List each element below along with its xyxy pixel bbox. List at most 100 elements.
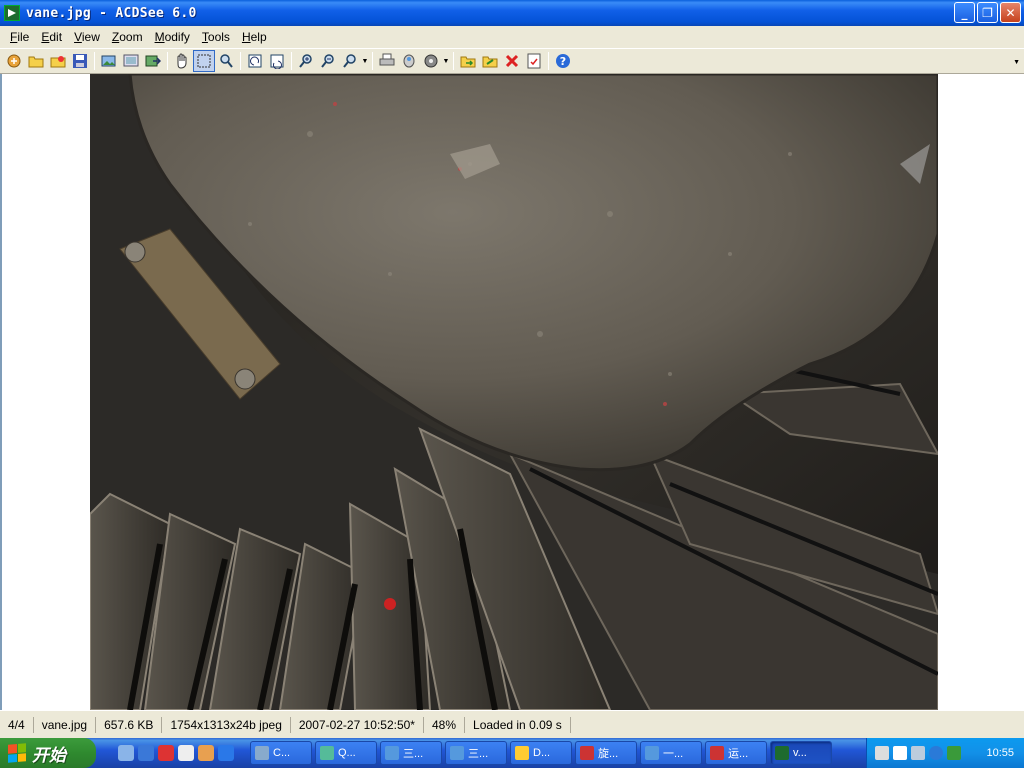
copy-to-button[interactable] (457, 50, 479, 72)
toolbar-separator (291, 52, 292, 70)
window-controls: _ ❐ ✕ (954, 2, 1021, 23)
maximize-button[interactable]: ❐ (977, 2, 998, 23)
task-window-icon (645, 746, 659, 760)
task-button[interactable]: 三... (380, 741, 442, 765)
toolbar-overflow-chevron[interactable]: ▼ (1013, 59, 1020, 66)
toolbar-separator (453, 52, 454, 70)
toolbar-separator (94, 52, 95, 70)
acquire-button[interactable] (98, 50, 120, 72)
vane-photo[interactable] (90, 74, 938, 710)
task-button[interactable]: 三... (445, 741, 507, 765)
acdsee-window: vane.jpg - ACDSee 6.0 _ ❐ ✕ File Edit Vi… (0, 0, 1024, 768)
browse-button[interactable] (3, 50, 25, 72)
email-button[interactable] (398, 50, 420, 72)
status-filename: vane.jpg (34, 716, 97, 733)
move-to-icon (482, 56, 498, 68)
zoom-out-button[interactable] (317, 50, 339, 72)
rotate-right-icon (270, 54, 284, 69)
tray-expand-icon[interactable] (929, 746, 943, 760)
magnifier-icon (220, 54, 233, 68)
rotate-right-button[interactable] (266, 50, 288, 72)
title-bar[interactable]: vane.jpg - ACDSee 6.0 _ ❐ ✕ (0, 0, 1024, 26)
export-button[interactable] (142, 50, 164, 72)
status-load-time: Loaded in 0.09 s (465, 716, 571, 733)
task-button[interactable]: 旋... (575, 741, 637, 765)
status-filesize: 657.6 KB (96, 716, 163, 733)
start-button[interactable]: 开始 (0, 738, 96, 768)
status-zoom: 48% (424, 716, 466, 733)
menu-tools[interactable]: Tools (196, 26, 236, 48)
ie-icon[interactable] (218, 745, 234, 761)
pdf-icon (580, 746, 594, 760)
notepad-icon[interactable] (178, 745, 194, 761)
help-icon: ? (556, 54, 570, 68)
move-to-button[interactable] (479, 50, 501, 72)
browse-icon (7, 54, 21, 68)
open-folder-button[interactable] (25, 50, 47, 72)
hand-tool-button[interactable] (171, 50, 193, 72)
zoom-button[interactable] (339, 50, 361, 72)
image-viewer-pane[interactable] (0, 74, 1024, 710)
pdf-icon (710, 746, 724, 760)
menu-help[interactable]: Help (236, 26, 273, 48)
toolbar: ▼ ▼ ? ▼ (0, 48, 1024, 74)
toolbar-separator (548, 52, 549, 70)
toolbar-separator (372, 52, 373, 70)
zoom-out-icon (321, 54, 334, 68)
task-button[interactable]: C... (250, 741, 312, 765)
task-window-icon (385, 746, 399, 760)
task-button[interactable]: 一... (640, 741, 702, 765)
media-player-icon[interactable] (158, 745, 174, 761)
task-button[interactable]: Q... (315, 741, 377, 765)
properties-icon (527, 53, 541, 69)
status-bar: 4/4 vane.jpg 657.6 KB 1754x1313x24b jpeg… (0, 710, 1024, 738)
menu-file[interactable]: File (4, 26, 35, 48)
keyboard-icon[interactable] (875, 746, 889, 760)
save-icon (73, 54, 87, 68)
app-launcher-icon[interactable] (138, 745, 154, 761)
show-desktop-icon[interactable] (118, 745, 134, 761)
wallpaper-icon (424, 54, 438, 68)
wallpaper-button[interactable] (420, 50, 442, 72)
magnifier-button[interactable] (215, 50, 237, 72)
start-label: 开始 (32, 745, 66, 765)
task-button[interactable]: 运... (705, 741, 767, 765)
minimize-button[interactable]: _ (954, 2, 975, 23)
select-tool-button[interactable] (193, 50, 215, 72)
help-button[interactable]: ? (552, 50, 574, 72)
zoom-in-button[interactable] (295, 50, 317, 72)
zoom-dropdown-arrow[interactable]: ▼ (361, 58, 369, 65)
open-file-button[interactable] (47, 50, 69, 72)
wallpaper-dropdown-arrow[interactable]: ▼ (442, 58, 450, 65)
svg-text:?: ? (560, 55, 566, 68)
export-icon (145, 55, 161, 67)
folder-icon (515, 746, 529, 760)
hand-tool-icon (177, 53, 187, 69)
task-button[interactable]: D... (510, 741, 572, 765)
messenger-icon[interactable] (198, 745, 214, 761)
menu-modify[interactable]: Modify (149, 26, 196, 48)
task-window-icon (255, 746, 269, 760)
acdsee-icon (775, 746, 789, 760)
menu-zoom[interactable]: Zoom (106, 26, 149, 48)
task-button-acdsee[interactable]: v... (770, 741, 832, 765)
menu-edit[interactable]: Edit (35, 26, 68, 48)
delete-button[interactable] (501, 50, 523, 72)
properties-button[interactable] (523, 50, 545, 72)
email-icon (403, 54, 415, 68)
select-tool-icon (197, 54, 211, 68)
network-icon[interactable] (911, 746, 925, 760)
task-window-icon (450, 746, 464, 760)
clock[interactable]: 10:55 (986, 747, 1014, 759)
print-button[interactable] (376, 50, 398, 72)
acdsee-app-icon[interactable] (4, 5, 20, 21)
toolbar-separator (167, 52, 168, 70)
slideshow-button[interactable] (120, 50, 142, 72)
save-button[interactable] (69, 50, 91, 72)
rotate-left-button[interactable] (244, 50, 266, 72)
system-tray: 10:55 (866, 738, 1024, 768)
close-button[interactable]: ✕ (1000, 2, 1021, 23)
help-tray-icon[interactable] (893, 746, 907, 760)
acdsee-tray-icon[interactable] (947, 746, 961, 760)
menu-view[interactable]: View (68, 26, 106, 48)
